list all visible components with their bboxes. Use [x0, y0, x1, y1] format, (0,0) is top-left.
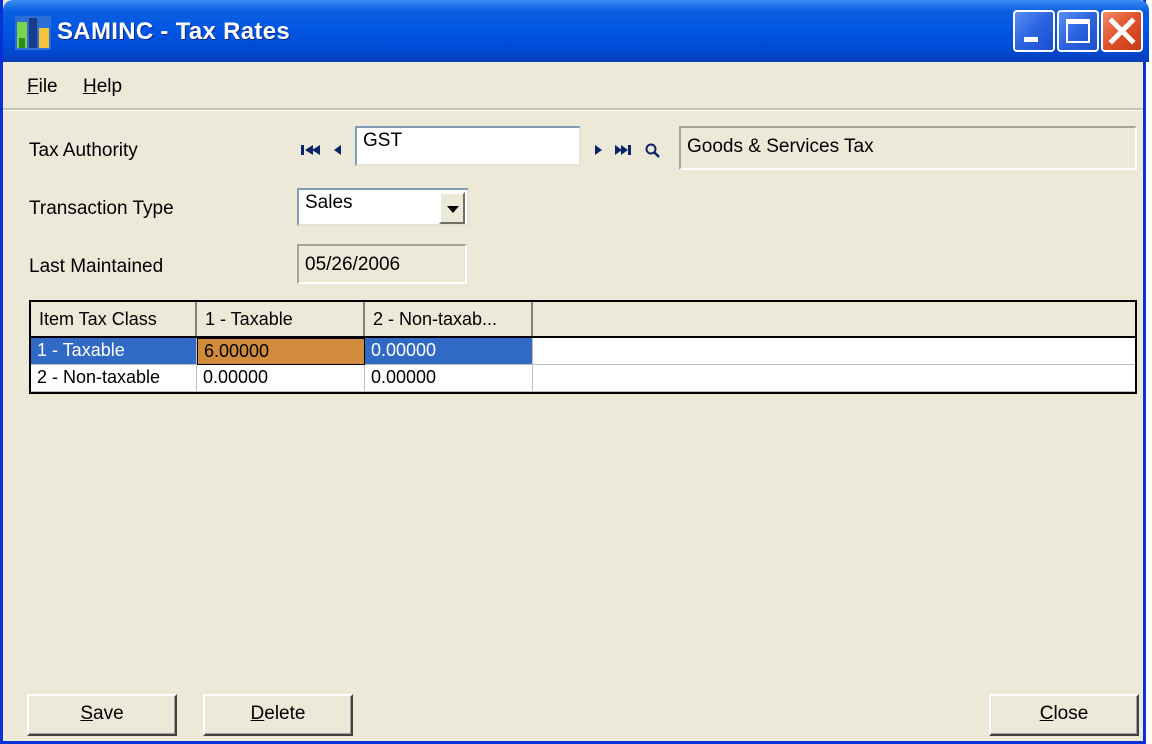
grid-cell[interactable]: 0.00000: [365, 338, 533, 365]
dropdown-arrow-icon[interactable]: [439, 192, 465, 224]
grid-header-item-tax-class[interactable]: Item Tax Class: [31, 302, 197, 336]
maximize-button[interactable]: [1057, 10, 1099, 52]
menu-file[interactable]: File: [27, 76, 58, 98]
minimize-button[interactable]: [1013, 10, 1055, 52]
transaction-type-select[interactable]: Sales: [297, 188, 469, 226]
nav-first-prev-icons: [301, 145, 341, 155]
menu-separator: [3, 108, 1143, 111]
tax-authority-description: Goods & Services Tax: [679, 126, 1137, 170]
delete-button[interactable]: Delete: [203, 694, 353, 736]
lookup-search-icon[interactable]: [645, 143, 660, 158]
table-row[interactable]: 1 - Taxable 6.00000 0.00000: [31, 338, 1135, 365]
grid-cell[interactable]: 0.00000: [365, 365, 533, 392]
maximize-icon: [1066, 19, 1090, 43]
grid-header: Item Tax Class 1 - Taxable 2 - Non-taxab…: [31, 302, 1135, 338]
table-row[interactable]: 2 - Non-taxable 0.00000 0.00000: [31, 365, 1135, 392]
grid-header-non-taxable[interactable]: 2 - Non-taxab...: [365, 302, 533, 336]
close-window-button[interactable]: [1101, 10, 1143, 52]
last-maintained-value: 05/26/2006: [297, 244, 467, 284]
minimize-icon: [1024, 37, 1038, 42]
close-icon: [1108, 17, 1136, 45]
title-bar[interactable]: SAMINC - Tax Rates: [3, 0, 1149, 62]
close-button[interactable]: Close: [989, 694, 1139, 736]
app-building-icon: [15, 16, 51, 50]
last-record-icon[interactable]: [615, 145, 631, 155]
menu-help[interactable]: Help: [83, 76, 122, 98]
transaction-type-label: Transaction Type: [29, 198, 174, 219]
last-maintained-label: Last Maintained: [29, 256, 164, 277]
grid-cell-empty: [533, 365, 1135, 392]
save-button[interactable]: Save: [27, 694, 177, 736]
tax-rates-grid[interactable]: Item Tax Class 1 - Taxable 2 - Non-taxab…: [29, 300, 1137, 394]
grid-cell-empty: [533, 338, 1135, 365]
nav-next-last-lookup-icons: [595, 143, 660, 158]
previous-record-icon[interactable]: [334, 145, 341, 155]
transaction-type-value: Sales: [305, 192, 353, 213]
first-record-icon[interactable]: [301, 145, 320, 155]
menu-bar: File Help: [3, 66, 1143, 108]
window-title: SAMINC - Tax Rates: [57, 18, 291, 45]
grid-cell[interactable]: 1 - Taxable: [31, 338, 197, 365]
next-record-icon[interactable]: [595, 145, 602, 155]
tax-authority-label: Tax Authority: [29, 140, 138, 161]
grid-cell-active[interactable]: 6.00000: [197, 338, 365, 365]
grid-header-taxable[interactable]: 1 - Taxable: [197, 302, 365, 336]
tax-rates-window: SAMINC - Tax Rates File Help Tax Authori…: [0, 0, 1149, 744]
tax-authority-input[interactable]: GST: [355, 126, 581, 166]
grid-cell[interactable]: 0.00000: [197, 365, 365, 392]
grid-cell[interactable]: 2 - Non-taxable: [31, 365, 197, 392]
